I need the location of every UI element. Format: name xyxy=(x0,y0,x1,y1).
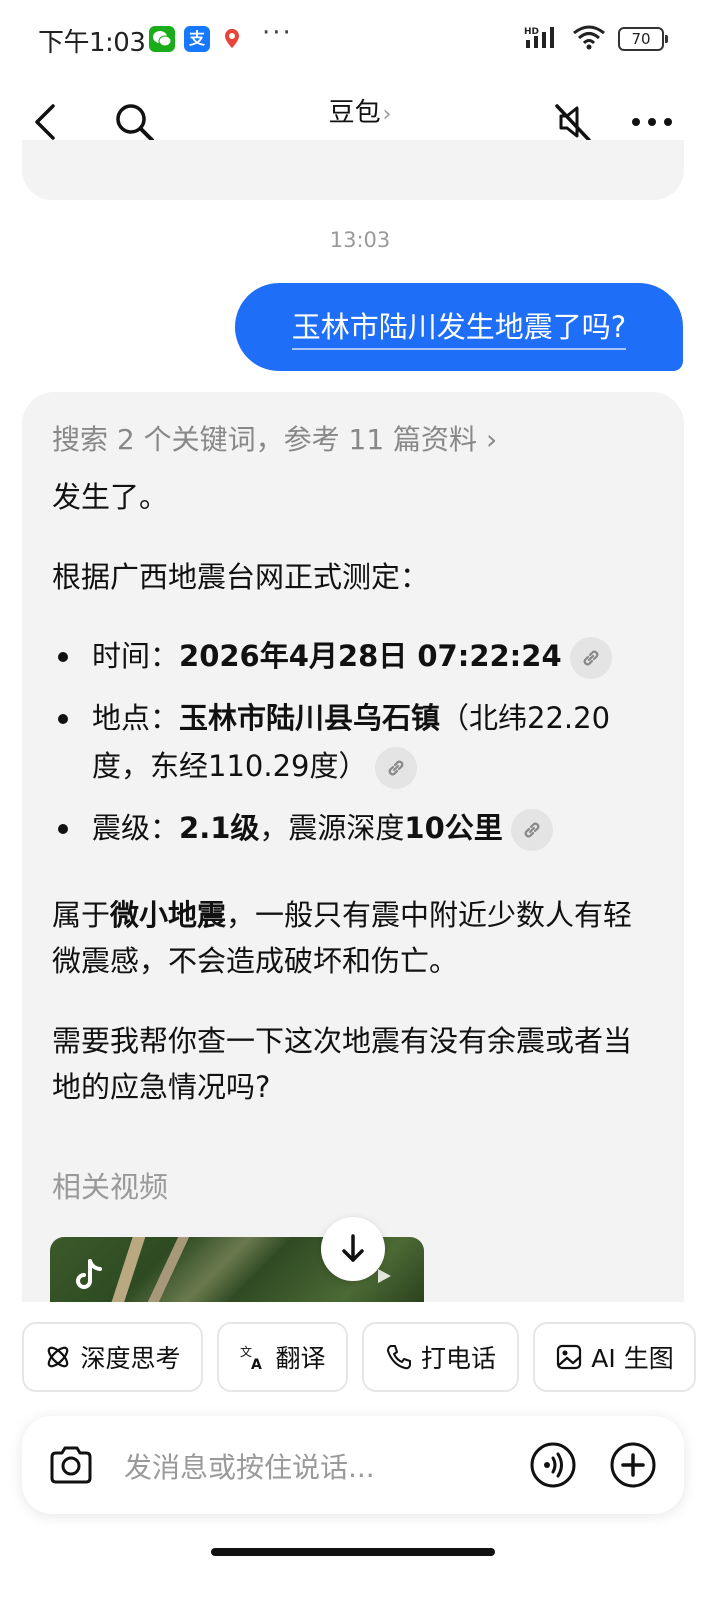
mag-label: 震级： xyxy=(92,811,180,845)
answer-source-line: 根据广西地震台网正式测定： xyxy=(52,560,430,594)
bullet-place: 地点：玉林市陆川县乌石镇（北纬22.20度，东经110.29度） xyxy=(52,694,652,790)
deep-think-button[interactable]: 深度思考 xyxy=(22,1322,203,1392)
alipay-icon: 支 xyxy=(184,26,210,52)
answer-followup: 需要我帮你查一下这次地震有没有余震或者当地的应急情况吗? xyxy=(52,1024,633,1104)
phone-icon xyxy=(386,1345,411,1370)
bullet-magnitude: 震级：2.1级，震源深度10公里 xyxy=(52,804,652,852)
translate-icon: 文A xyxy=(240,1344,262,1371)
atom-icon xyxy=(48,1346,69,1368)
deep-think-label: 深度思考 xyxy=(80,1344,181,1373)
related-videos-label: 相关视频 xyxy=(52,1170,169,1204)
message-input-placeholder[interactable]: 发消息或按住说话... xyxy=(124,1446,375,1486)
link-icon xyxy=(524,822,540,838)
svg-text:A: A xyxy=(251,1357,262,1371)
phone-call-button[interactable]: 打电话 xyxy=(362,1322,519,1392)
search-reference-link[interactable]: 搜索 2 个关键词，参考 11 篇资料 › xyxy=(52,418,497,458)
user-message-text: 玉林市陆川发生地震了吗? xyxy=(291,304,627,350)
title-chevron: › xyxy=(382,102,392,127)
user-message-bubble[interactable]: 玉林市陆川发生地震了吗? xyxy=(235,283,683,371)
camera-icon xyxy=(50,1446,92,1484)
battery-icon: 70 xyxy=(618,27,668,51)
desc-bold: 微小地震 xyxy=(110,898,227,932)
play-icon xyxy=(378,1269,391,1283)
source-link-button[interactable] xyxy=(569,637,612,679)
ai-image-button[interactable]: AI 生图 xyxy=(533,1322,696,1392)
video-thumbnail-road xyxy=(104,1237,148,1302)
mag-sep: ，震源深度 xyxy=(259,811,405,845)
place-label: 地点： xyxy=(92,701,180,735)
source-link-button[interactable] xyxy=(375,747,418,789)
status-time: 下午1:03 xyxy=(38,28,146,58)
camera-button[interactable] xyxy=(46,1440,96,1490)
more-dots-icon xyxy=(632,118,672,126)
quick-actions-bar: 深度思考 文A 翻译 打电话 AI 生图 xyxy=(0,1322,720,1394)
depth-value: 10公里 xyxy=(404,811,503,845)
message-timestamp: 13:03 xyxy=(329,228,391,252)
answer-intro: 发生了。 xyxy=(52,480,169,514)
status-right: HD 70 xyxy=(524,24,668,54)
scroll-to-bottom-button[interactable] xyxy=(321,1217,385,1281)
previous-message-bubble xyxy=(22,140,684,200)
home-indicator[interactable] xyxy=(211,1548,495,1556)
more-notifications: ··· xyxy=(262,18,293,48)
image-icon xyxy=(557,1344,582,1370)
maps-icon xyxy=(219,26,245,52)
speaker-muted-icon xyxy=(555,104,591,142)
message-input-bar[interactable]: 发消息或按住说话... xyxy=(22,1416,684,1514)
place-value: 玉林市陆川县乌石镇 xyxy=(179,701,441,735)
phone-call-label: 打电话 xyxy=(420,1344,496,1373)
translate-button[interactable]: 文A 翻译 xyxy=(217,1322,348,1392)
bullet-time: 时间：2026年4月28日 07:22:24 xyxy=(52,632,652,680)
answer-bullet-list: 时间：2026年4月28日 07:22:24 地点：玉林市陆川县乌石镇（北纬22… xyxy=(52,632,652,866)
arrow-down-icon xyxy=(342,1234,364,1262)
signal-icon: HD xyxy=(524,24,560,54)
bot-name: 豆包 xyxy=(328,98,381,128)
voice-wave-icon xyxy=(530,1442,576,1488)
bot-answer-bubble: 搜索 2 个关键词，参考 11 篇资料 › 发生了。 根据广西地震台网正式测定：… xyxy=(22,392,684,1302)
desc-prefix: 属于 xyxy=(52,898,111,932)
voice-call-button[interactable] xyxy=(528,1440,578,1490)
time-label: 时间： xyxy=(92,639,180,673)
link-icon xyxy=(389,760,404,776)
mag-value: 2.1级 xyxy=(179,811,260,845)
time-value: 2026年4月28日 07:22:24 xyxy=(179,639,562,673)
svg-text:HD: HD xyxy=(524,27,539,37)
video-thumbnail-road xyxy=(139,1237,191,1302)
wifi-icon xyxy=(572,24,606,54)
wechat-icon xyxy=(149,26,175,52)
status-bar: 下午1:03 支 ··· HD 70 xyxy=(0,0,720,72)
plus-circle-icon xyxy=(610,1442,656,1488)
source-link-button[interactable] xyxy=(510,809,553,851)
chat-title[interactable]: 豆包› xyxy=(0,92,720,129)
link-icon xyxy=(583,650,599,666)
ai-image-label: AI 生图 xyxy=(591,1344,674,1373)
add-button[interactable] xyxy=(608,1440,658,1490)
translate-label: 翻译 xyxy=(275,1344,326,1373)
tiktok-icon xyxy=(76,1259,102,1289)
answer-description: 属于微小地震，一般只有震中附近少数人有轻微震感，不会造成破坏和伤亡。 xyxy=(52,892,652,984)
